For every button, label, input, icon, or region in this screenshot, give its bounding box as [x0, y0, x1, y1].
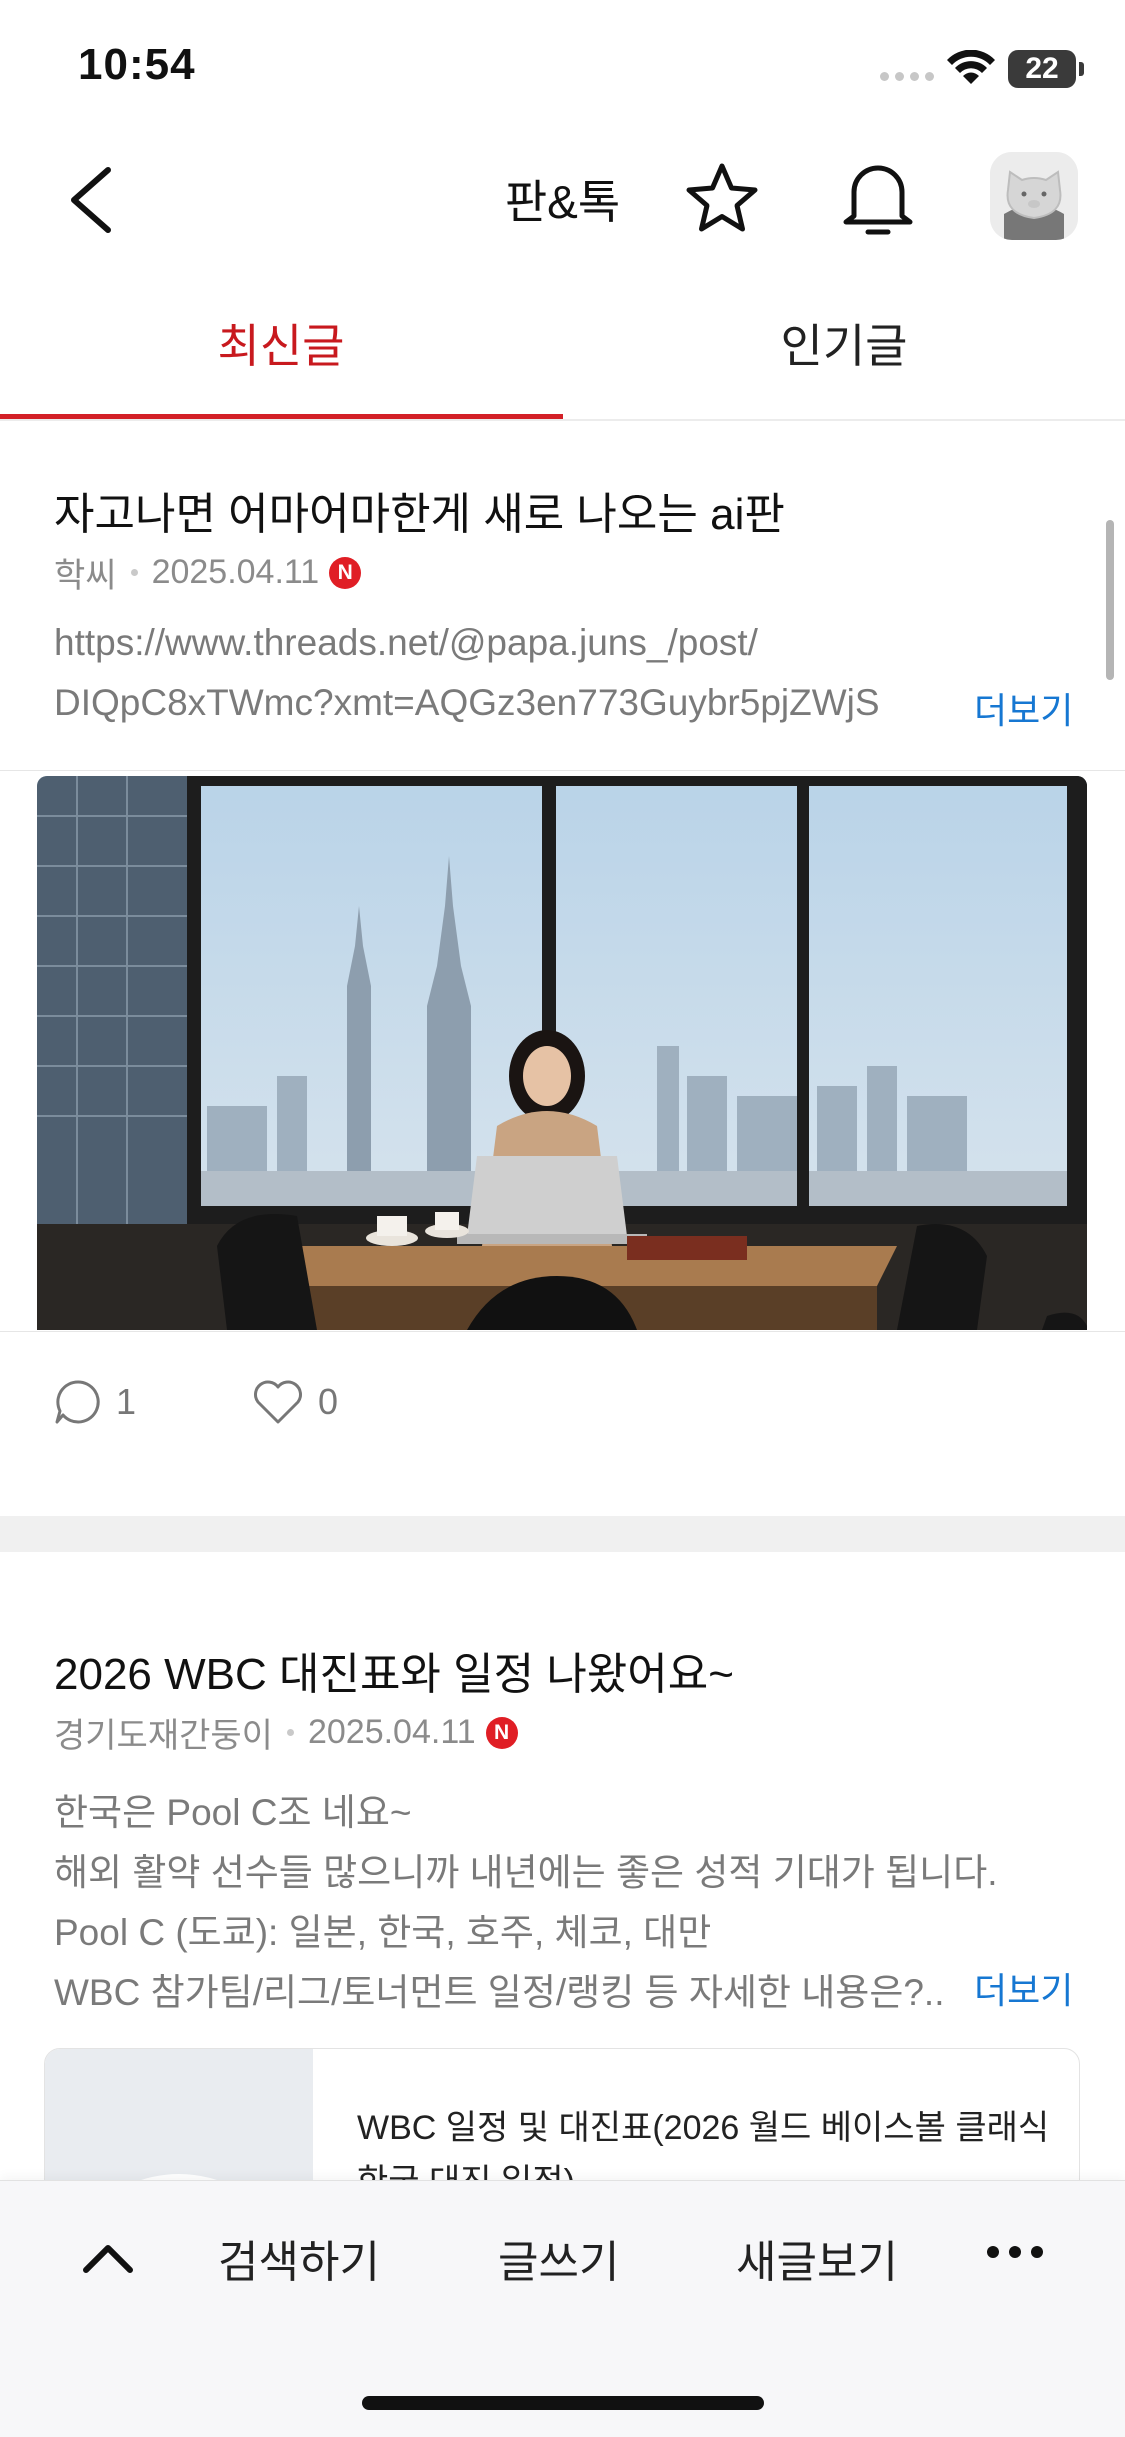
- post-body-line: DIQpC8xTWmc?xmt=AQGz3en773Guybr5pjZWjS: [54, 682, 880, 723]
- status-time: 10:54: [78, 40, 196, 89]
- comment-icon: [55, 1380, 100, 1424]
- wifi-icon: [947, 50, 995, 84]
- more-dots-icon[interactable]: [986, 2244, 1044, 2260]
- post-author[interactable]: 경기도재간둥이: [54, 1708, 273, 1757]
- search-button[interactable]: 검색하기: [218, 2226, 380, 2290]
- home-indicator: [362, 2396, 764, 2410]
- office-skyline-photo: [37, 776, 1087, 1330]
- more-link[interactable]: 더보기: [974, 682, 1073, 734]
- new-badge: N: [329, 556, 362, 589]
- meta-separator: [130, 569, 138, 576]
- new-posts-button[interactable]: 새글보기: [736, 2226, 898, 2290]
- like-count-value: 0: [318, 1381, 339, 1422]
- post-body-line: 한국은 Pool C조 네요~: [54, 1792, 412, 1833]
- post-body-line: Pool C (도쿄): 일본, 한국, 호주, 체코, 대만: [54, 1912, 712, 1953]
- meta-separator: [286, 1729, 294, 1736]
- comment-count[interactable]: 1: [54, 1378, 136, 1426]
- star-icon[interactable]: [682, 158, 762, 238]
- tab-divider: [0, 419, 1125, 421]
- page-title: 판&톡: [504, 176, 621, 228]
- battery-icon: 22: [1008, 50, 1084, 88]
- tab-latest[interactable]: 최신글: [0, 310, 562, 376]
- heart-icon: [254, 1380, 302, 1424]
- post-date: 2025.04.11: [307, 1713, 476, 1751]
- post-meta: 학씨 2025.04.11 N: [54, 548, 362, 597]
- post-title[interactable]: 2026 WBC 대진표와 일정 나왔어요~: [54, 1638, 734, 1702]
- post-meta: 경기도재간둥이 2025.04.11 N: [54, 1708, 518, 1757]
- post-title[interactable]: 자고나면 어마어마한게 새로 나오는 ai판: [54, 478, 785, 542]
- post-author[interactable]: 학씨: [54, 548, 117, 597]
- more-link[interactable]: 더보기: [974, 1962, 1073, 2014]
- new-badge: N: [485, 1716, 518, 1749]
- comment-count-value: 1: [116, 1381, 137, 1422]
- post-image[interactable]: [37, 776, 1087, 1330]
- bell-icon[interactable]: [840, 156, 916, 240]
- avatar[interactable]: [990, 152, 1078, 240]
- cat-avatar-icon: [990, 152, 1078, 240]
- like-count[interactable]: 0: [252, 1378, 338, 1426]
- tab-popular[interactable]: 인기글: [563, 310, 1125, 376]
- scrollbar[interactable]: [1106, 520, 1114, 680]
- post-date: 2025.04.11: [151, 553, 320, 591]
- chevron-up-icon[interactable]: [80, 2230, 136, 2286]
- write-button[interactable]: 글쓰기: [498, 2226, 619, 2290]
- post-body-line: 해외 활약 선수들 많으니까 내년에는 좋은 성적 기대가 됩니다.: [54, 1852, 998, 1893]
- battery-level: 22: [1025, 52, 1059, 85]
- post-body-line: WBC 참가팀/리그/토너먼트 일정/랭킹 등 자세한 내용은?...: [54, 1972, 944, 2013]
- cellular-signal-icon: [880, 72, 936, 82]
- post-body-line: https://www.threads.net/@papa.juns_/post…: [54, 622, 758, 663]
- section-divider: [0, 1516, 1125, 1552]
